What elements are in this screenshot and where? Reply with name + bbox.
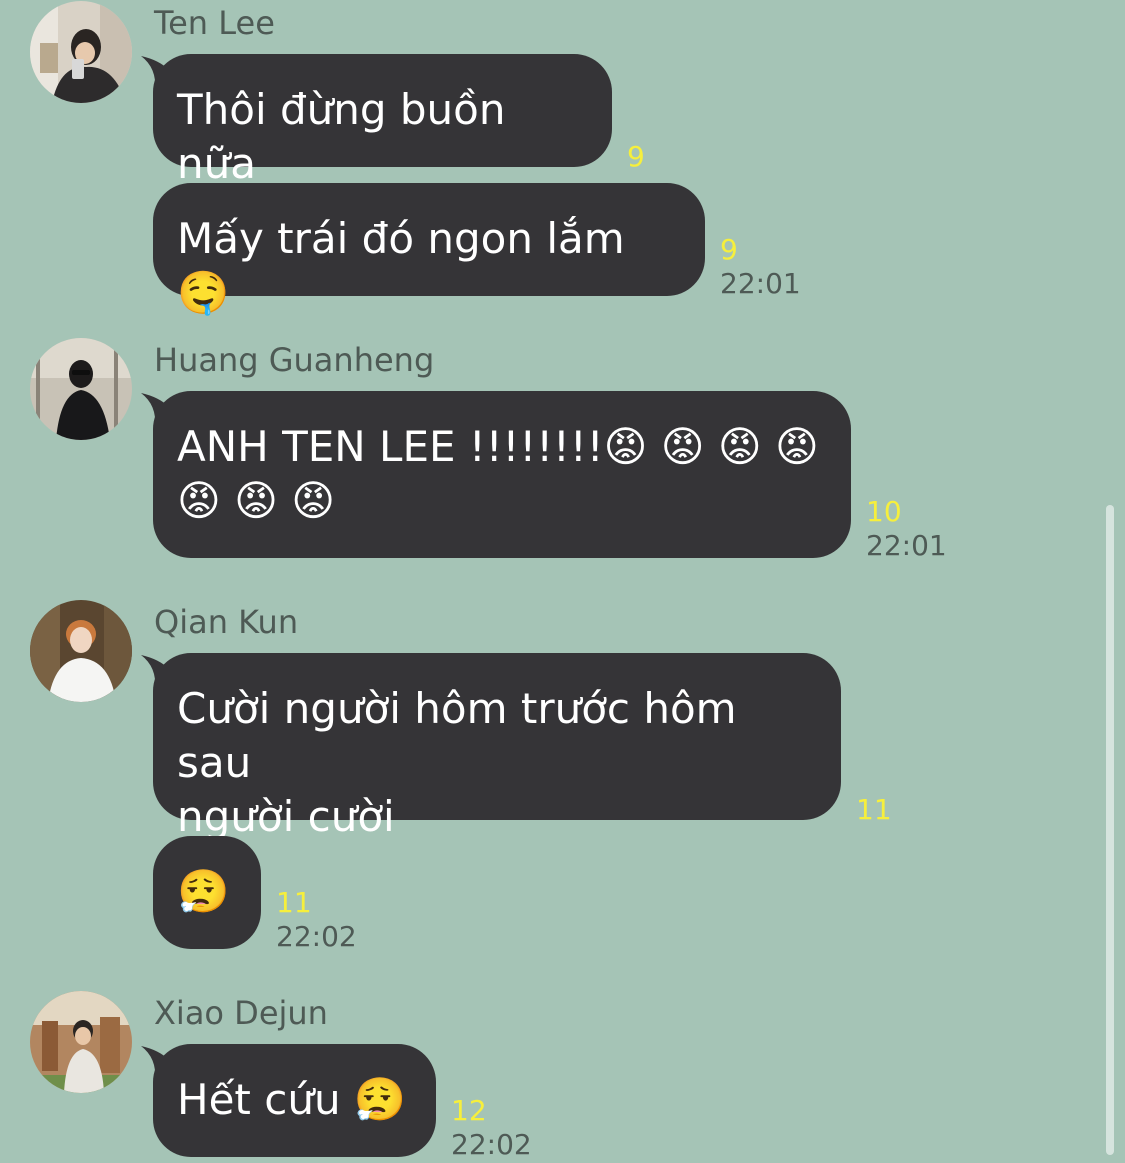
message-bubble[interactable]: Mấy trái đó ngon lắm 🤤 bbox=[153, 183, 705, 317]
message-meta: 9 22:01 bbox=[720, 233, 801, 301]
timestamp: 22:02 bbox=[451, 1128, 532, 1161]
read-count: 11 bbox=[276, 886, 312, 919]
avatar-ten-lee[interactable] bbox=[30, 1, 132, 103]
message-text: 😮‍💨 bbox=[177, 867, 230, 916]
message-meta: 10 22:01 bbox=[866, 495, 947, 563]
bubble-tail bbox=[141, 1046, 181, 1080]
message-meta: 12 22:02 bbox=[451, 1094, 532, 1162]
scrollbar[interactable] bbox=[1106, 505, 1114, 1155]
read-count: 10 bbox=[866, 495, 902, 528]
message-text: Thôi đừng buồn nữa bbox=[177, 85, 519, 188]
message-text: Cười người hôm trước hôm sau người cười bbox=[177, 684, 737, 841]
message-text: Hết cứu 😮‍💨 bbox=[177, 1075, 407, 1124]
sender-name: Huang Guanheng bbox=[154, 341, 435, 379]
bubble-tail bbox=[141, 393, 181, 427]
message-bubble[interactable]: Hết cứu 😮‍💨 bbox=[141, 1044, 436, 1157]
bubble-tail bbox=[141, 56, 181, 90]
bubble-tail bbox=[141, 655, 181, 689]
timestamp: 22:01 bbox=[866, 529, 947, 562]
message-bubble[interactable]: Thôi đừng buồn nữa bbox=[141, 54, 612, 188]
avatar-xiao-dejun[interactable] bbox=[30, 991, 132, 1093]
read-count: 9 bbox=[627, 140, 645, 173]
sender-name: Qian Kun bbox=[154, 603, 299, 641]
message-meta: 9 bbox=[627, 140, 645, 174]
message-bubble[interactable]: ANH TEN LEE !!!!!!!!😡 😡 😡 😡 😡 😡 😡 bbox=[141, 391, 851, 558]
timestamp: 22:02 bbox=[276, 920, 357, 953]
read-count: 9 bbox=[720, 233, 738, 266]
read-count: 11 bbox=[856, 793, 892, 826]
message-text: Mấy trái đó ngon lắm 🤤 bbox=[177, 214, 639, 317]
avatar-qian-kun[interactable] bbox=[30, 600, 132, 702]
sender-name: Xiao Dejun bbox=[154, 994, 328, 1032]
read-count: 12 bbox=[451, 1094, 487, 1127]
message-meta: 11 22:02 bbox=[276, 886, 357, 954]
timestamp: 22:01 bbox=[720, 267, 801, 300]
message-text: ANH TEN LEE !!!!!!!!😡 😡 😡 😡 😡 😡 😡 bbox=[177, 422, 819, 525]
avatar-huang-guanheng[interactable] bbox=[30, 338, 132, 440]
message-bubble[interactable]: 😮‍💨 bbox=[153, 836, 261, 949]
sender-name: Ten Lee bbox=[154, 4, 275, 42]
message-meta: 11 bbox=[856, 793, 892, 827]
message-bubble[interactable]: Cười người hôm trước hôm sau người cười bbox=[141, 653, 841, 841]
chat-message-list[interactable]: Ten Lee Thôi đừng buồn nữa 9 Mấy trái đó… bbox=[0, 0, 1125, 1163]
